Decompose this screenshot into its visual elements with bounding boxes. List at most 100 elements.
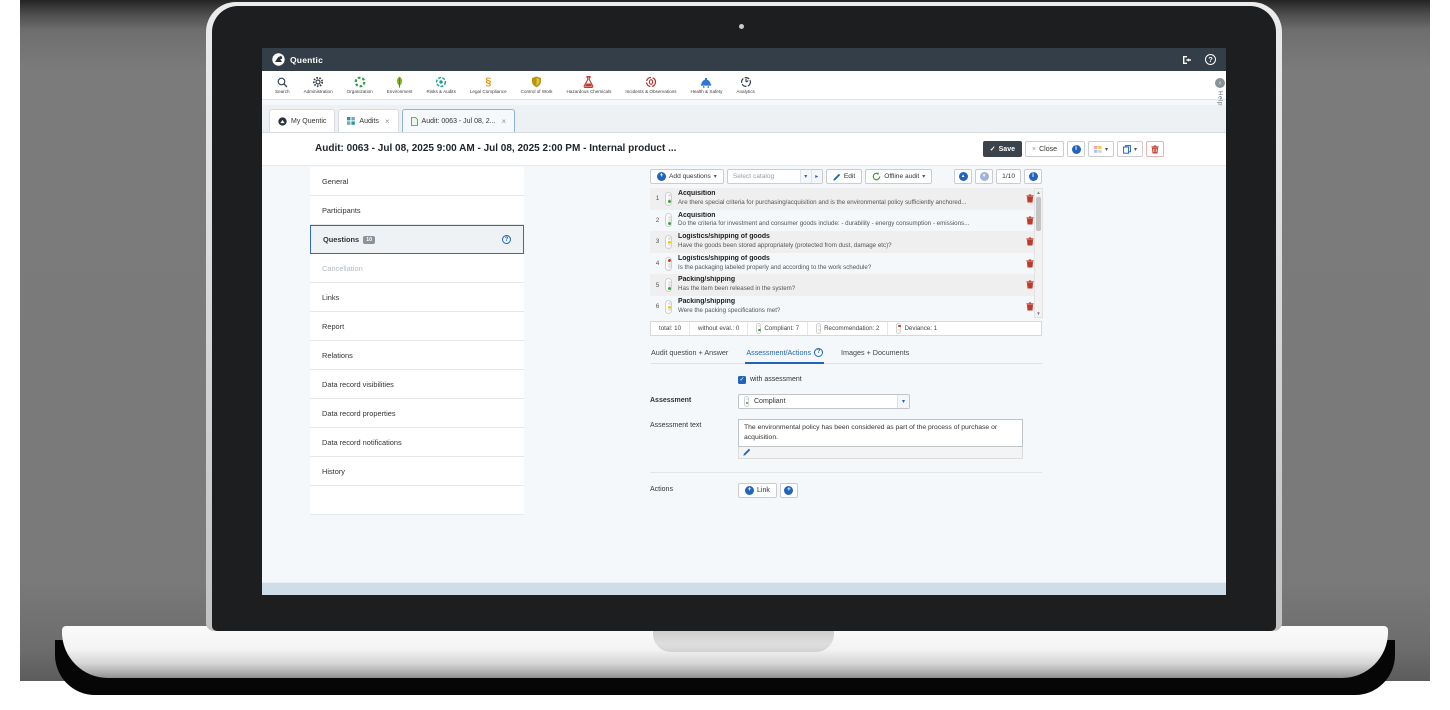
dashed-circle-icon	[354, 76, 366, 88]
scroll-thumb[interactable]	[1036, 197, 1041, 231]
with-assessment-checkbox[interactable]: ✓ with assessment	[738, 376, 802, 384]
nav-item-risks-audits[interactable]: Risks & Audits	[420, 71, 463, 99]
list-info-button[interactable]: i	[1024, 169, 1042, 184]
sidebar-item-report[interactable]: Report	[310, 312, 524, 341]
info-button[interactable]: i	[1067, 141, 1085, 157]
assessment-text-area[interactable]: The environmental policy has been consid…	[738, 419, 1023, 459]
pencil-icon	[833, 173, 841, 181]
tab-my-quentic[interactable]: My Quentic	[269, 109, 335, 132]
nav-item-incidents-observations[interactable]: Incidents & Observations	[618, 71, 683, 99]
palette-grid-icon	[1094, 146, 1102, 153]
nav-item-analytics[interactable]: Analytics	[729, 71, 761, 99]
divider	[650, 472, 1042, 473]
nav-item-organization[interactable]: Organization	[340, 71, 380, 99]
grid-icon	[347, 117, 355, 125]
scroll-up-icon[interactable]: ▲	[1035, 190, 1042, 195]
assessment-text-value[interactable]: The environmental policy has been consid…	[738, 419, 1023, 447]
question-row-6[interactable]: 6 Packing/shippingWere the packing speci…	[650, 296, 1042, 318]
help-circle-icon[interactable]: ?	[502, 235, 511, 244]
plus-circle-icon: +	[745, 486, 754, 495]
delete-button[interactable]	[1146, 141, 1164, 157]
nav-item-environment[interactable]: Environment	[380, 71, 420, 99]
assessment-text-label: Assessment text	[650, 419, 738, 459]
sidebar-item-questions[interactable]: Questions 10 ?	[310, 225, 524, 254]
chevron-down-icon: ▾	[922, 173, 925, 180]
sidebar-item-relations[interactable]: Relations	[310, 341, 524, 370]
status-deviance-icon	[896, 323, 901, 334]
chevron-down-icon[interactable]: ▾	[800, 170, 811, 183]
laptop-base	[62, 626, 1388, 678]
apply-catalog-icon[interactable]: ▸	[811, 170, 822, 183]
quentic-tab-icon	[278, 117, 287, 126]
status-compliant-icon	[665, 192, 672, 206]
nav-item-legal-compliance[interactable]: § Legal Compliance	[463, 71, 514, 99]
collapse-all-button[interactable]: ▲	[954, 169, 972, 184]
question-row-3[interactable]: 3 Logistics/shipping of goodsHave the go…	[650, 231, 1042, 253]
question-row-1[interactable]: 1 AcquisitionAre there special criteria …	[650, 188, 1042, 210]
nav-item-control-of-work[interactable]: Control of Work	[514, 71, 560, 99]
trash-icon	[1151, 145, 1159, 154]
help-icon[interactable]: ?	[1205, 54, 1216, 65]
tab-images-documents[interactable]: Images + Documents	[840, 345, 910, 363]
status-compliant-icon	[665, 213, 672, 227]
sidebar-item-links[interactable]: Links	[310, 283, 524, 312]
offline-audit-button[interactable]: Offline audit▾	[865, 169, 932, 184]
logout-icon[interactable]	[1182, 55, 1193, 65]
copy-dropdown-button[interactable]: ▾	[1117, 141, 1143, 157]
question-row-5[interactable]: 5 Packing/shippingHas the item been rele…	[650, 274, 1042, 296]
evaluation-summary-bar: total: 10 without eval.: 0 Compliant: 7 …	[650, 321, 1042, 336]
sidebar-item-participants[interactable]: Participants	[310, 196, 524, 225]
sidebar-item-data-record-properties[interactable]: Data record properties	[310, 399, 524, 428]
nav-item-health-safety[interactable]: Health & Safety	[684, 71, 730, 99]
laptop-bezel: Quentic ? Search Administration	[212, 6, 1276, 631]
question-row-2[interactable]: 2 AcquisitionDo the criteria for investm…	[650, 210, 1042, 232]
link-action-button[interactable]: +Link	[738, 483, 777, 498]
add-questions-button[interactable]: +Add questions▾	[650, 169, 724, 184]
sidebar-item-data-record-visibilities[interactable]: Data record visibilities	[310, 370, 524, 399]
scroll-down-icon[interactable]: ▼	[1035, 311, 1042, 316]
sidebar-item-data-record-notifications[interactable]: Data record notifications	[310, 428, 524, 457]
main-content: General Participants Questions 10 ? Canc…	[262, 166, 1226, 580]
delete-question-icon[interactable]	[1026, 302, 1034, 311]
questions-panel: +Add questions▾ Select catalog ▾ ▸ Edit	[650, 169, 1170, 508]
delete-question-icon[interactable]	[1026, 216, 1034, 225]
nav-item-hazardous-chemicals[interactable]: Hazardous Chemicals	[559, 71, 618, 99]
nav-item-search[interactable]: Search	[268, 71, 297, 99]
select-catalog-dropdown[interactable]: Select catalog ▾ ▸	[727, 169, 823, 184]
bullseye-icon	[435, 76, 447, 88]
edit-button[interactable]: Edit	[826, 169, 862, 184]
delete-question-icon[interactable]	[1026, 237, 1034, 246]
nav-item-administration[interactable]: Administration	[297, 71, 340, 99]
chevron-down-icon[interactable]: ▾	[897, 395, 909, 408]
tab-assessment-actions[interactable]: Assessment/Actions?	[745, 345, 824, 364]
summary-recommendation: Recommendation: 2	[807, 322, 887, 335]
tab-audit-0063[interactable]: Audit: 0063 - Jul 08, 2... ×	[402, 109, 516, 132]
add-action-button[interactable]: +	[780, 483, 798, 498]
question-row-4[interactable]: 4 Logistics/shipping of goodsIs the pack…	[650, 253, 1042, 275]
sidebar-item-cancellation: Cancellation	[310, 254, 524, 283]
record-sidebar: General Participants Questions 10 ? Canc…	[310, 167, 524, 515]
sidebar-item-history[interactable]: History	[310, 457, 524, 486]
list-scrollbar[interactable]: ▲ ▼	[1034, 188, 1043, 318]
tab-audits[interactable]: Audits ×	[338, 109, 398, 132]
gear-icon	[312, 76, 324, 88]
close-tab-icon[interactable]: ×	[385, 117, 390, 126]
sidebar-item-general[interactable]: General	[310, 167, 524, 196]
help-side-tab[interactable]: ‹ Help	[1215, 78, 1225, 106]
close-tab-icon[interactable]: ×	[501, 117, 506, 126]
status-recommendation-icon	[816, 323, 821, 334]
views-dropdown-button[interactable]: ▾	[1088, 141, 1114, 157]
delete-question-icon[interactable]	[1026, 280, 1034, 289]
expand-all-button[interactable]: ▼	[975, 169, 993, 184]
save-button[interactable]: ✓Save	[983, 141, 1022, 157]
delete-question-icon[interactable]	[1026, 259, 1034, 268]
sidebar-item-empty	[310, 486, 524, 515]
app-footer-strip	[262, 582, 1226, 595]
tab-audit-question-answer[interactable]: Audit question + Answer	[650, 345, 729, 363]
close-button[interactable]: ×Close	[1025, 141, 1064, 157]
assessment-select[interactable]: Compliant ▾	[738, 394, 910, 409]
pencil-icon[interactable]	[743, 448, 751, 456]
summary-total: total: 10	[651, 322, 689, 335]
delete-question-icon[interactable]	[1026, 194, 1034, 203]
help-circle-icon[interactable]: ?	[814, 348, 823, 357]
